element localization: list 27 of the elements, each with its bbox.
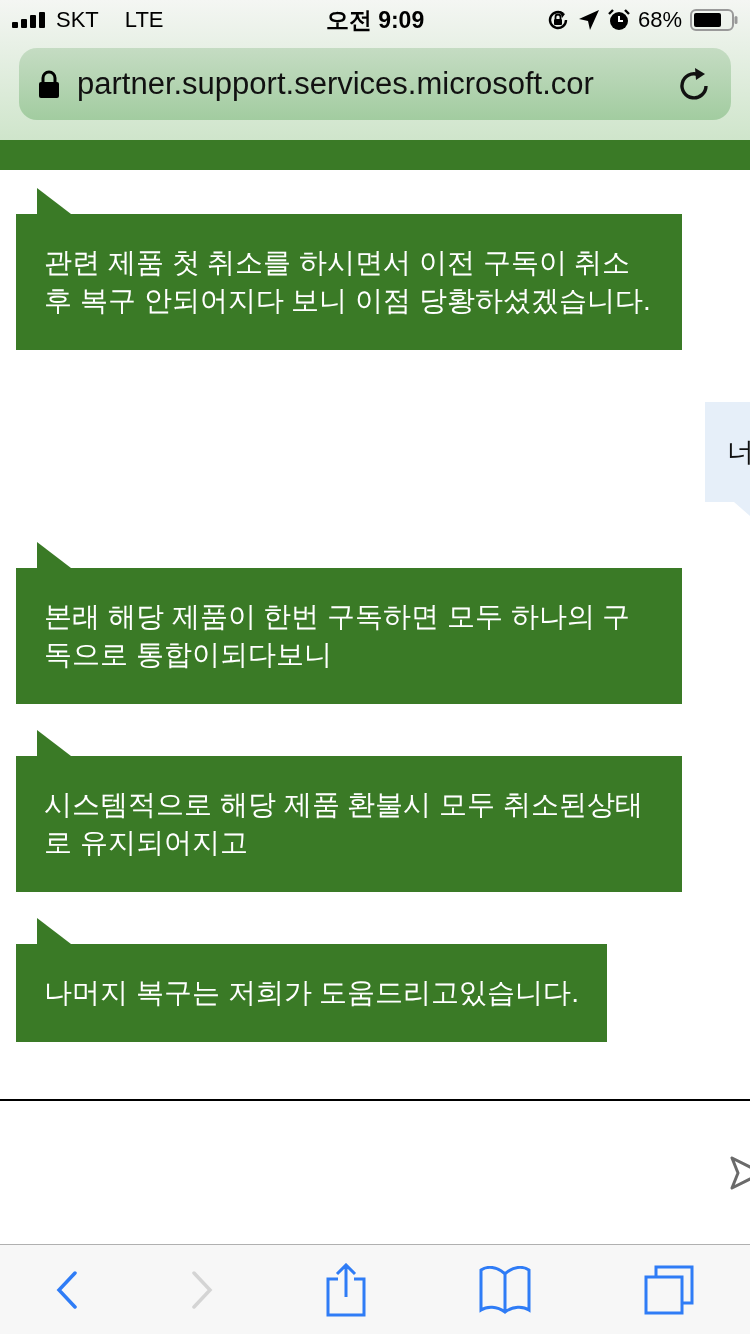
agent-message: 본래 해당 제품이 한번 구독하면 모두 하나의 구독으로 통합이되다보니 (16, 568, 682, 704)
agent-message: 나머지 복구는 저희가 도움드리고있습니다. (16, 944, 608, 1042)
battery-percentage: 68% (637, 7, 682, 33)
address-bar[interactable]: partner.support.services.microsoft.cor (19, 48, 731, 120)
lock-icon (39, 70, 59, 98)
share-icon[interactable] (326, 1262, 366, 1317)
network-type: LTE (124, 7, 164, 33)
location-arrow-icon (577, 9, 600, 31)
agent-message: 시스템적으로 해당 제품 환불시 모두 취소된상태로 유지되어지고 (16, 756, 682, 892)
url-text: partner.support.services.microsoft.cor (77, 66, 595, 102)
back-icon[interactable] (56, 1270, 79, 1309)
clock-time: 오전 9:09 (325, 5, 425, 35)
carrier-name: SKT (56, 7, 99, 33)
bubble-tail (37, 542, 71, 568)
bubble-tail (37, 918, 71, 944)
user-message: 너 (705, 402, 750, 502)
signal-icon (12, 12, 48, 28)
bubble-tail (734, 502, 750, 516)
bubble-tail (37, 730, 71, 756)
reload-icon[interactable] (679, 67, 711, 101)
tabs-icon[interactable] (643, 1264, 694, 1315)
send-icon[interactable] (730, 1155, 750, 1190)
agent-message: 관련 제품 첫 취소를 하시면서 이전 구독이 취소 후 복구 안되어지다 보니 이점 당황하셨겠습니다. (16, 214, 682, 350)
bubble-tail (37, 188, 71, 214)
battery-icon (690, 9, 738, 31)
book-icon[interactable] (478, 1265, 531, 1314)
alarm-clock-icon (607, 9, 630, 31)
